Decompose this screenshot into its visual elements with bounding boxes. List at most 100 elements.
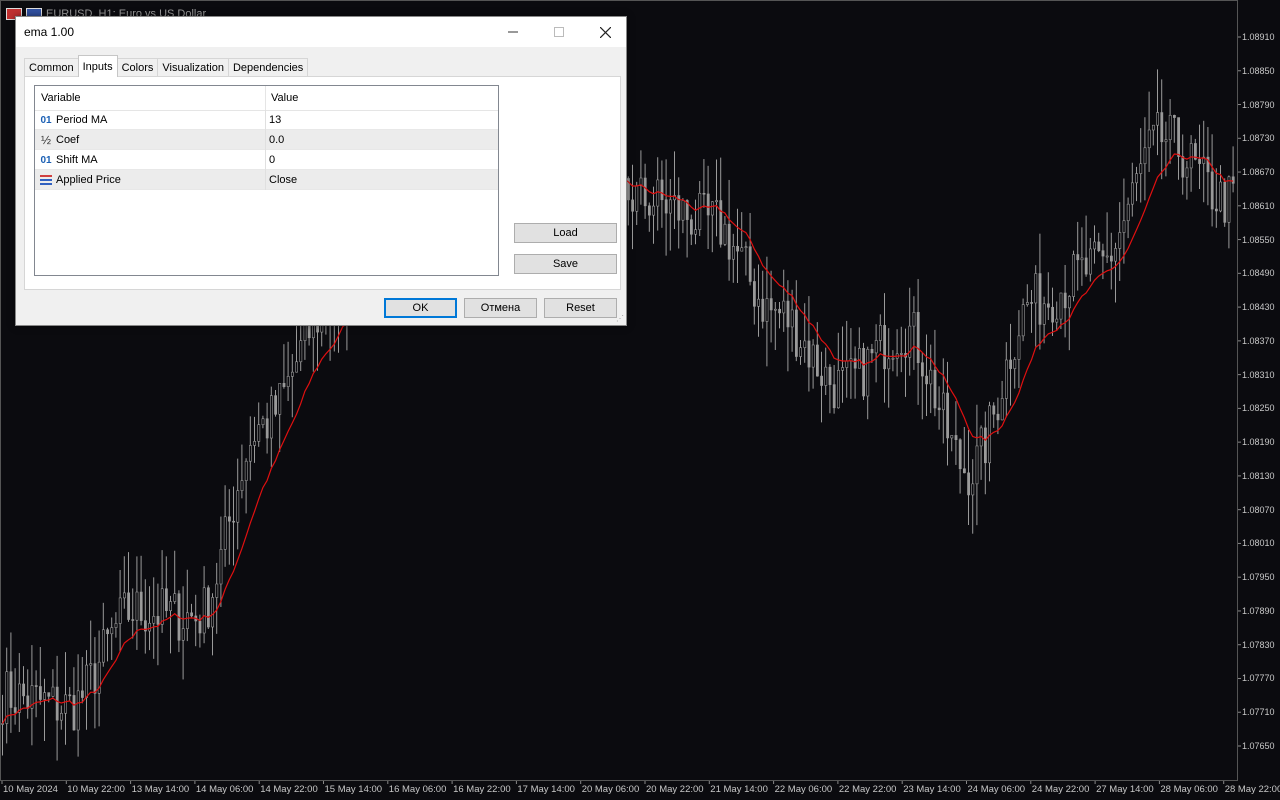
minimize-button[interactable] [490, 17, 536, 47]
candle-body [295, 361, 299, 373]
candle-body [190, 612, 194, 617]
candle-body [38, 686, 42, 700]
time-scale[interactable]: 10 May 2024 10 May 22:00 13 May 14:00 14 Ma… [0, 781, 1280, 800]
candle-body [156, 616, 160, 625]
candle-body [740, 247, 744, 252]
candle-body [13, 707, 17, 713]
price-tick-label: 1.08130 [1242, 470, 1275, 481]
candle-body [223, 516, 227, 550]
candle-body [761, 298, 765, 322]
time-tick-label: 20 May 06:00 [581, 784, 640, 795]
cell-separator [265, 150, 266, 170]
candle-body [135, 591, 139, 621]
price-tick-label: 1.08670 [1242, 167, 1275, 178]
input-value[interactable]: 0.0 [269, 134, 284, 146]
resize-grip-icon[interactable]: ⋰ [616, 314, 624, 323]
input-row-applied-price[interactable]: Applied Price Close [35, 170, 498, 190]
price-scale[interactable]: 1.08910 1.08850 1.08790 1.08730 1.08670 1.086… [1238, 0, 1280, 781]
candle-body [1055, 318, 1059, 323]
candle-body [715, 200, 719, 203]
candle-body [782, 300, 786, 314]
candle-body [186, 612, 189, 629]
column-header-variable[interactable]: Variable [41, 92, 81, 104]
candle-body [954, 435, 958, 441]
minimize-icon [508, 31, 518, 33]
candle-body [946, 392, 950, 439]
candle-body [1, 723, 5, 725]
close-button[interactable] [582, 17, 628, 47]
input-value[interactable]: Close [269, 174, 297, 186]
column-separator[interactable] [265, 86, 266, 110]
candle-body [971, 483, 975, 496]
candle-body [836, 369, 840, 409]
candle-body [1152, 124, 1155, 131]
load-button[interactable]: Load [514, 223, 617, 243]
time-tick-label: 24 May 06:00 [967, 784, 1026, 795]
input-value[interactable]: 0 [269, 154, 275, 166]
candle-body [160, 588, 164, 625]
candle-body [55, 686, 59, 721]
candle-body [694, 229, 698, 235]
candle-body [689, 219, 693, 235]
candle-body [878, 325, 882, 341]
candle-body [773, 308, 777, 311]
candle-body [933, 369, 937, 409]
candle-body [1089, 248, 1092, 275]
candle-body [173, 593, 177, 602]
candle-body [148, 622, 152, 632]
input-value[interactable]: 13 [269, 114, 281, 126]
reset-button[interactable]: Reset [544, 298, 617, 318]
candle-body [265, 418, 269, 439]
candle-body [1131, 182, 1134, 205]
column-header-value[interactable]: Value [271, 92, 298, 104]
candle-body [841, 367, 845, 371]
save-button[interactable]: Save [514, 254, 617, 274]
candle-body [1198, 159, 1202, 164]
candle-body [202, 587, 206, 634]
time-tick-label: 10 May 22:00 [67, 784, 125, 795]
cell-separator [265, 170, 266, 190]
candle-body [1105, 255, 1109, 258]
cancel-button[interactable]: Отмена [464, 298, 537, 318]
tab-dependencies[interactable]: Dependencies [227, 58, 309, 77]
candle-body [1219, 181, 1223, 212]
candle-body [1147, 129, 1151, 149]
candle-body [1042, 303, 1046, 325]
tab-common[interactable]: Common [24, 58, 79, 77]
candle-body [916, 312, 920, 364]
input-row-shift-ma[interactable]: 01 Shift MA 0 [35, 150, 498, 170]
candle-body [1177, 117, 1181, 157]
price-tick-label: 1.08730 [1242, 133, 1275, 144]
time-tick-label: 28 May 22:00 [1224, 784, 1280, 795]
candle-body [26, 695, 30, 709]
time-tick-label: 15 May 14:00 [324, 784, 383, 795]
price-tick-label: 1.08850 [1242, 65, 1275, 76]
candle-body [891, 357, 895, 360]
time-tick-label: 24 May 22:00 [1031, 784, 1090, 795]
candle-body [211, 597, 215, 628]
candle-body [1189, 143, 1193, 169]
tab-colors[interactable]: Colors [116, 58, 159, 77]
dialog-titlebar[interactable]: ema 1.00 [16, 17, 626, 47]
candle-body [114, 623, 118, 628]
candle-body [1215, 208, 1218, 212]
input-row-period-ma[interactable]: 01 Period MA 13 [35, 110, 498, 130]
ema-properties-dialog: ema 1.00 Common Inputs Colors Visualizat… [15, 16, 627, 326]
time-tick-label: 10 May 2024 [3, 784, 58, 795]
candle-body [647, 205, 651, 216]
ok-button[interactable]: OK [384, 298, 457, 318]
candle-body [631, 199, 635, 212]
tab-visualization[interactable]: Visualization [157, 58, 229, 77]
candle-body [127, 592, 131, 620]
time-tick-label: 16 May 06:00 [388, 784, 447, 795]
tab-inputs[interactable]: Inputs [77, 55, 118, 77]
candle-body [912, 312, 916, 327]
candle-body [857, 348, 861, 369]
candle-body [118, 597, 122, 624]
candle-body [866, 349, 870, 397]
candle-body [790, 309, 794, 328]
candle-body [845, 360, 849, 368]
input-row-coef[interactable]: ½ Coef 0.0 [35, 130, 498, 150]
candle-body [1126, 203, 1130, 222]
candle-body [1097, 241, 1101, 251]
